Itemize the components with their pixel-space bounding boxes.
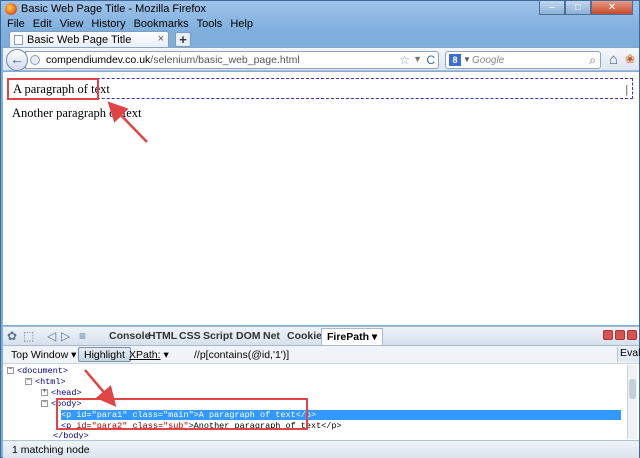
expand-icon[interactable]: + xyxy=(41,389,48,397)
menu-tools[interactable]: Tools xyxy=(193,17,227,31)
page-icon xyxy=(14,35,23,45)
xpath-label: XPath: xyxy=(129,349,161,361)
tab-basic-web-page[interactable]: Basic Web Page Title × xyxy=(9,31,169,48)
back-arrow-icon[interactable]: ◁ xyxy=(47,329,56,343)
engine-dropdown-icon[interactable]: ▼ xyxy=(463,55,471,64)
menu-file[interactable]: File xyxy=(3,17,29,31)
collapse-icon[interactable]: − xyxy=(7,367,14,375)
new-tab-button[interactable]: + xyxy=(175,32,191,47)
tab-html[interactable]: HTML xyxy=(148,330,177,342)
close-button[interactable]: ✕ xyxy=(591,1,633,15)
highlighted-paragraph: A paragraph of text | xyxy=(7,78,633,99)
window-controls: – □ ✕ xyxy=(539,1,633,15)
tab-script[interactable]: Script xyxy=(203,330,233,342)
tab-console[interactable]: Console xyxy=(109,330,150,342)
browser-window: Basic Web Page Title - Mozilla Firefox –… xyxy=(0,0,640,458)
annotation-box-paragraph xyxy=(7,78,99,100)
menu-bookmarks[interactable]: Bookmarks xyxy=(130,17,193,31)
title-bar: Basic Web Page Title - Mozilla Firefox –… xyxy=(1,1,639,17)
xpath-selector-dropdown[interactable]: XPath: ▾ xyxy=(129,349,169,361)
firebug-panel: ✿ ⬚ ◁ ▷ ≡ Console HTML CSS Script DOM Ne… xyxy=(3,326,640,458)
reload-icon[interactable]: C xyxy=(426,53,435,67)
tab-dom[interactable]: DOM xyxy=(236,330,261,342)
highlight-button[interactable]: Highlight xyxy=(78,347,131,362)
highlight-edge: | xyxy=(625,82,628,96)
tab-close-icon[interactable]: × xyxy=(158,33,164,45)
bookmark-star-icon[interactable]: ☆ xyxy=(399,53,410,67)
minimize-button[interactable]: – xyxy=(539,1,565,15)
search-icon[interactable]: ⌕ xyxy=(589,53,596,68)
url-dropdown-icon[interactable]: ▼ xyxy=(413,54,422,64)
back-button[interactable]: ← xyxy=(6,49,28,71)
firebug-close-icon[interactable] xyxy=(627,330,637,340)
tree-node-document[interactable]: − <document> xyxy=(7,366,68,376)
eval-button[interactable]: Eval xyxy=(617,347,640,362)
xpath-input[interactable] xyxy=(191,347,611,362)
firebug-detach-icon[interactable] xyxy=(615,330,625,340)
tab-firepath[interactable]: FirePath ▾ xyxy=(321,328,384,345)
forward-arrow-icon[interactable]: ▷ xyxy=(61,329,70,343)
paragraph-2: Another paragraph of text xyxy=(12,106,142,120)
url-path: /selenium/basic_web_page.html xyxy=(150,54,300,66)
tab-net[interactable]: Net xyxy=(263,330,280,342)
collapse-icon[interactable]: − xyxy=(41,400,48,408)
window-title: Basic Web Page Title - Mozilla Firefox xyxy=(21,3,207,15)
menu-edit[interactable]: Edit xyxy=(29,17,56,31)
firebug-toolbar: ✿ ⬚ ◁ ▷ ≡ Console HTML CSS Script DOM Ne… xyxy=(3,327,639,346)
firefox-icon xyxy=(5,3,17,15)
matching-node-count: 1 matching node xyxy=(12,444,90,456)
menu-help[interactable]: Help xyxy=(226,17,257,31)
menu-bar: File Edit View History Bookmarks Tools H… xyxy=(3,17,637,31)
page-content: A paragraph of text | Another paragraph … xyxy=(3,72,639,325)
navigation-bar: compendiumdev.co.uk/selenium/basic_web_p… xyxy=(3,47,639,71)
url-bar[interactable]: compendiumdev.co.uk/selenium/basic_web_p… xyxy=(25,51,439,69)
firebug-icon[interactable]: ❀ xyxy=(625,52,637,66)
scrollbar-thumb[interactable] xyxy=(629,379,636,399)
url-domain: compendiumdev.co.uk xyxy=(46,54,151,66)
inspect-icon[interactable]: ⬚ xyxy=(23,329,34,343)
search-input[interactable]: Google xyxy=(472,55,504,66)
search-bar[interactable]: 8 ▼ Google ⌕ xyxy=(445,51,601,69)
menu-history[interactable]: History xyxy=(87,17,129,31)
status-bar: 1 matching node xyxy=(3,440,639,458)
url-text[interactable]: compendiumdev.co.uk/selenium/basic_web_p… xyxy=(46,54,300,66)
maximize-button[interactable]: □ xyxy=(565,1,591,15)
site-identity-icon[interactable] xyxy=(30,55,40,65)
tab-strip: Basic Web Page Title × + xyxy=(3,31,637,48)
tree-node-html[interactable]: − <html> xyxy=(25,377,66,387)
panel-menu-icon[interactable]: ≡ xyxy=(79,329,86,343)
firebug-menu-icon[interactable]: ✿ xyxy=(7,329,17,343)
firepath-bar: Top Window ▾ Highlight XPath: ▾ Eval xyxy=(3,346,640,364)
menu-view[interactable]: View xyxy=(56,17,88,31)
tree-node-head[interactable]: + <head> xyxy=(41,388,82,398)
tab-title: Basic Web Page Title xyxy=(27,34,132,46)
home-icon[interactable]: ⌂ xyxy=(609,51,618,68)
collapse-icon[interactable]: − xyxy=(25,378,32,386)
firebug-minimize-icon[interactable] xyxy=(603,330,613,340)
tab-css[interactable]: CSS xyxy=(179,330,201,342)
dom-scrollbar[interactable] xyxy=(627,365,637,439)
annotation-box-dom-node xyxy=(56,398,308,430)
top-window-dropdown[interactable]: Top Window ▾ xyxy=(11,349,76,361)
tree-node-body-close[interactable]: </body> xyxy=(53,431,89,439)
google-engine-icon[interactable]: 8 xyxy=(449,54,461,66)
